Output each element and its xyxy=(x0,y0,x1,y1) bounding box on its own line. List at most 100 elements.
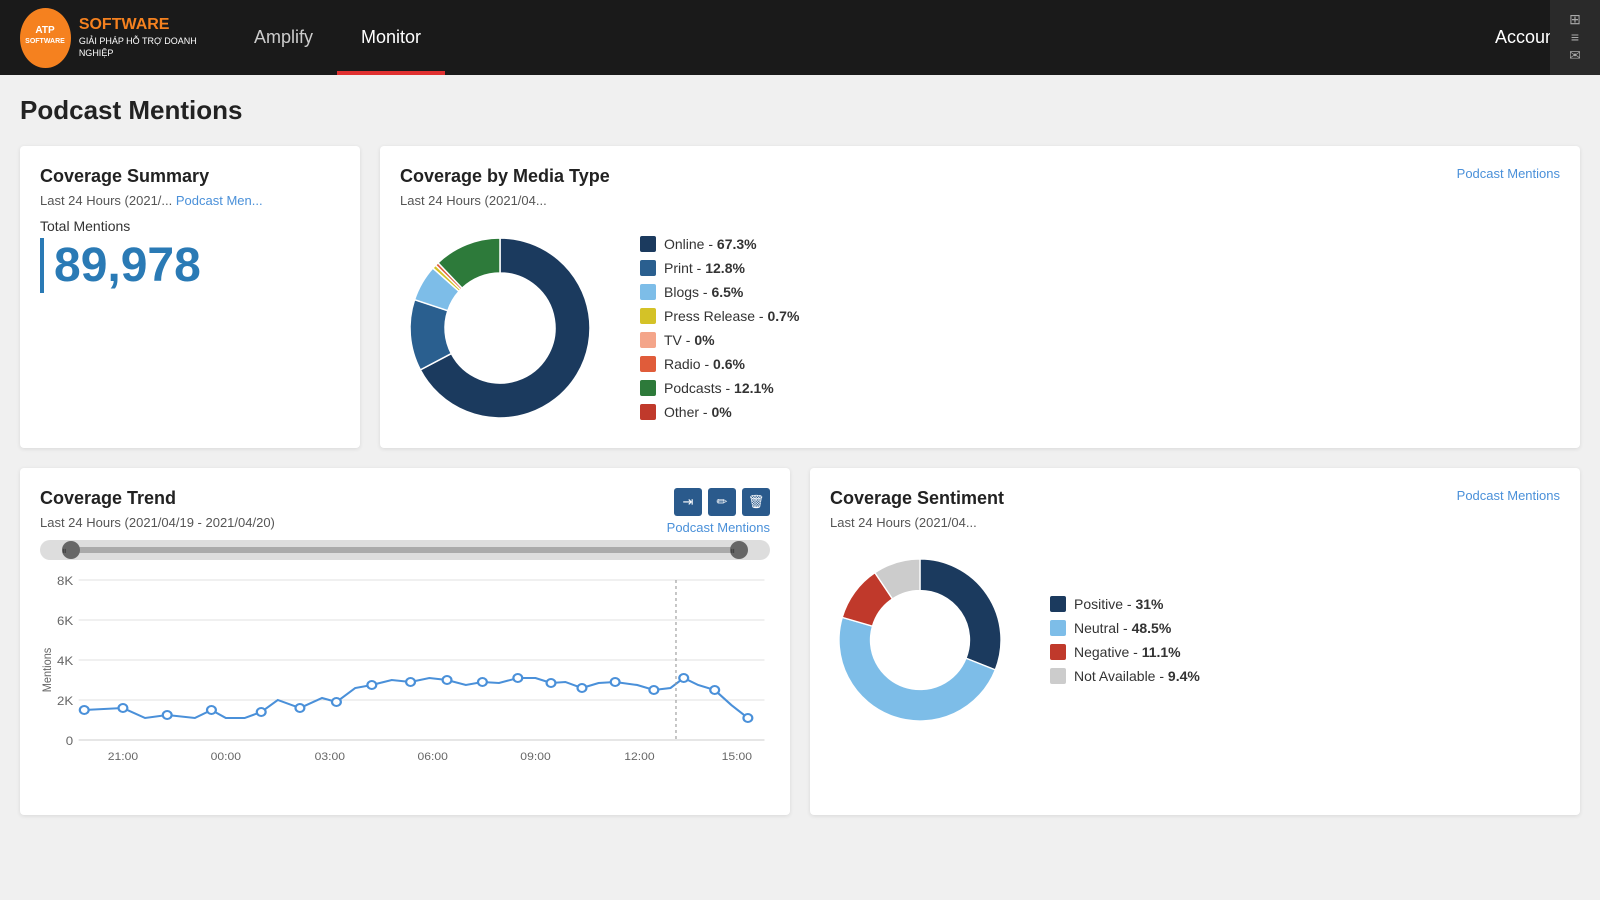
bottom-row: Coverage Trend Last 24 Hours (2021/04/19… xyxy=(20,468,1580,815)
svg-text:Mentions: Mentions xyxy=(42,648,55,693)
sentiment-legend-color xyxy=(1050,644,1066,660)
sentiment-legend-label: Negative - 11.1% xyxy=(1074,644,1181,660)
total-mentions-value: 89,978 xyxy=(40,238,340,293)
sentiment-legend-label: Neutral - 48.5% xyxy=(1074,620,1171,636)
edit-button[interactable]: ✏ xyxy=(708,488,736,516)
legend-item: Press Release - 0.7% xyxy=(640,308,799,324)
coverage-summary-link[interactable]: Podcast Men... xyxy=(176,193,263,208)
logo-area: ATP SOFTWARE SOFTWARE GIẢI PHÁP HỖ TRỢ D… xyxy=(20,8,210,68)
legend-item: Blogs - 6.5% xyxy=(640,284,799,300)
sentiment-legend-item: Negative - 11.1% xyxy=(1050,644,1200,660)
page-content: Podcast Mentions Coverage Summary Last 2… xyxy=(0,75,1600,835)
legend-label: Online - 67.3% xyxy=(664,236,757,252)
sentiment-legend-color xyxy=(1050,668,1066,684)
coverage-summary-card: Coverage Summary Last 24 Hours (2021/...… xyxy=(20,146,360,448)
nav-monitor[interactable]: Monitor xyxy=(337,0,445,75)
coverage-media-title: Coverage by Media Type xyxy=(400,166,610,187)
legend-item: Print - 12.8% xyxy=(640,260,799,276)
legend-color xyxy=(640,332,656,348)
svg-text:8K: 8K xyxy=(57,575,74,588)
legend-color xyxy=(640,404,656,420)
nav-amplify[interactable]: Amplify xyxy=(230,0,337,75)
coverage-media-card: Coverage by Media Type Last 24 Hours (20… xyxy=(380,146,1580,448)
sentiment-header: Coverage Sentiment Last 24 Hours (2021/0… xyxy=(830,488,1560,540)
sentiment-donut-chart xyxy=(830,550,1010,730)
list-icon[interactable]: ≡ xyxy=(1560,28,1590,46)
svg-text:0: 0 xyxy=(66,735,73,748)
trend-link[interactable]: Podcast Mentions xyxy=(667,520,770,535)
legend-color xyxy=(640,284,656,300)
sentiment-legend-item: Neutral - 48.5% xyxy=(1050,620,1200,636)
sentiment-link[interactable]: Podcast Mentions xyxy=(1457,488,1560,503)
trend-chart-area: 8K 6K 4K 2K 0 Mentions 21:00 xyxy=(40,570,770,795)
legend-item: Radio - 0.6% xyxy=(640,356,799,372)
range-track xyxy=(77,547,734,553)
top-row: Coverage Summary Last 24 Hours (2021/...… xyxy=(20,146,1580,448)
svg-text:21:00: 21:00 xyxy=(108,751,138,762)
sentiment-legend-label: Not Available - 9.4% xyxy=(1074,668,1200,684)
sentiment-content: Positive - 31% Neutral - 48.5% Negative … xyxy=(830,550,1560,730)
legend-label: Blogs - 6.5% xyxy=(664,284,743,300)
svg-text:06:00: 06:00 xyxy=(417,751,447,762)
sentiment-legend-item: Not Available - 9.4% xyxy=(1050,668,1200,684)
svg-text:03:00: 03:00 xyxy=(315,751,345,762)
coverage-media-subtitle: Last 24 Hours (2021/04... xyxy=(400,193,610,208)
legend-label: TV - 0% xyxy=(664,332,715,348)
range-slider[interactable]: ⏸ ⏸ xyxy=(40,540,770,560)
coverage-trend-card: Coverage Trend Last 24 Hours (2021/04/19… xyxy=(20,468,790,815)
sentiment-subtitle: Last 24 Hours (2021/04... xyxy=(830,515,1004,530)
sentiment-legend-label: Positive - 31% xyxy=(1074,596,1164,612)
coverage-summary-title: Coverage Summary xyxy=(40,166,340,187)
legend-item: Online - 67.3% xyxy=(640,236,799,252)
trend-header: Coverage Trend Last 24 Hours (2021/04/19… xyxy=(40,488,770,540)
chat-icon[interactable]: ✉ xyxy=(1560,47,1590,65)
sentiment-legend-color xyxy=(1050,620,1066,636)
media-donut-chart xyxy=(400,228,600,428)
page-title: Podcast Mentions xyxy=(20,95,1580,126)
trend-subtitle: Last 24 Hours (2021/04/19 - 2021/04/20) xyxy=(40,515,275,530)
legend-label: Radio - 0.6% xyxy=(664,356,745,372)
range-handle-right[interactable]: ⏸ xyxy=(730,541,748,559)
media-legend: Online - 67.3% Print - 12.8% Blogs - 6.5… xyxy=(640,236,799,420)
svg-text:6K: 6K xyxy=(57,615,74,628)
main-nav: Amplify Monitor xyxy=(230,0,445,75)
legend-item: Podcasts - 12.1% xyxy=(640,380,799,396)
svg-text:ATP: ATP xyxy=(36,25,56,36)
grid-icon[interactable]: ⊞ xyxy=(1560,10,1590,28)
range-handle-left[interactable]: ⏸ xyxy=(62,541,80,559)
svg-text:09:00: 09:00 xyxy=(520,751,550,762)
sentiment-legend-item: Positive - 31% xyxy=(1050,596,1200,612)
trend-toolbar: ⇥ ✏ 🗑 xyxy=(674,488,770,516)
sentiment-title: Coverage Sentiment xyxy=(830,488,1004,509)
legend-color xyxy=(640,380,656,396)
sentiment-legend-color xyxy=(1050,596,1066,612)
legend-color xyxy=(640,308,656,324)
delete-button[interactable]: 🗑 xyxy=(742,488,770,516)
legend-label: Press Release - 0.7% xyxy=(664,308,799,324)
legend-label: Other - 0% xyxy=(664,404,732,420)
svg-text:00:00: 00:00 xyxy=(211,751,241,762)
right-sidebar-icons: ⊞ ≡ ✉ xyxy=(1550,0,1600,75)
trend-title: Coverage Trend xyxy=(40,488,275,509)
svg-text:12:00: 12:00 xyxy=(624,751,654,762)
svg-text:4K: 4K xyxy=(57,655,74,668)
svg-text:SOFTWARE: SOFTWARE xyxy=(26,38,66,45)
legend-item: TV - 0% xyxy=(640,332,799,348)
svg-text:2K: 2K xyxy=(57,695,74,708)
coverage-sentiment-card: Coverage Sentiment Last 24 Hours (2021/0… xyxy=(810,468,1580,815)
coverage-summary-subtitle: Last 24 Hours (2021/... Podcast Men... xyxy=(40,193,340,208)
svg-text:15:00: 15:00 xyxy=(722,751,752,762)
export-button[interactable]: ⇥ xyxy=(674,488,702,516)
header: ATP SOFTWARE SOFTWARE GIẢI PHÁP HỖ TRỢ D… xyxy=(0,0,1600,75)
media-header: Coverage by Media Type Last 24 Hours (20… xyxy=(400,166,1560,218)
legend-color xyxy=(640,260,656,276)
legend-color xyxy=(640,356,656,372)
total-mentions-label: Total Mentions xyxy=(40,218,340,234)
legend-item: Other - 0% xyxy=(640,404,799,420)
legend-color xyxy=(640,236,656,252)
legend-label: Print - 12.8% xyxy=(664,260,745,276)
coverage-media-link[interactable]: Podcast Mentions xyxy=(1457,166,1560,181)
logo-icon: ATP SOFTWARE xyxy=(20,8,71,68)
logo-text: SOFTWARE GIẢI PHÁP HỖ TRỢ DOANH NGHIỆP xyxy=(79,15,210,59)
media-content: Online - 67.3% Print - 12.8% Blogs - 6.5… xyxy=(400,228,1560,428)
